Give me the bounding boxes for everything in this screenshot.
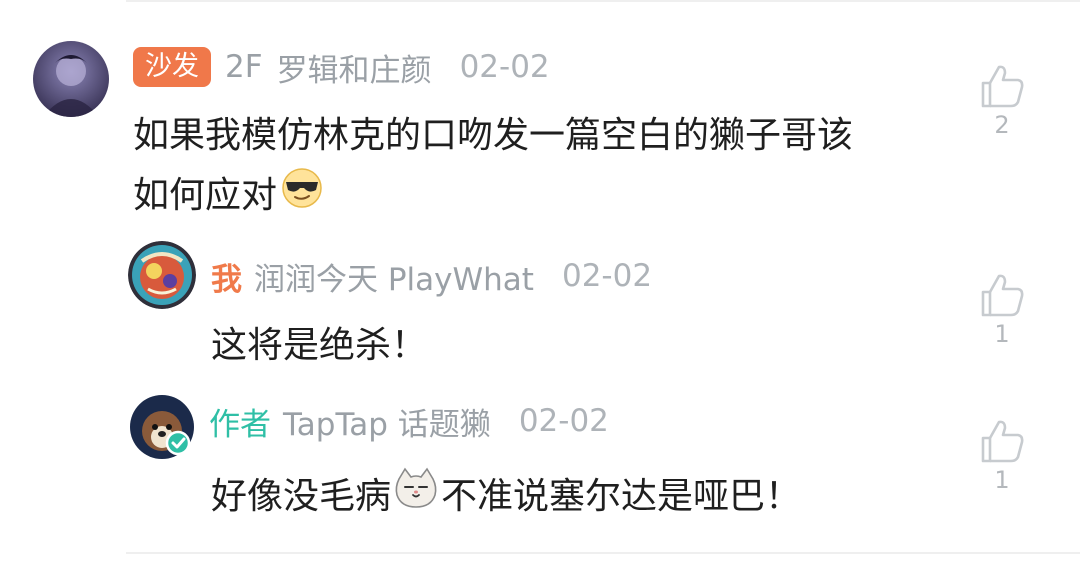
reply-username[interactable]: 润润今天 PlayWhat (254, 254, 534, 299)
comment-thread: 沙发 2F 罗辑和庄颜 02-02 如果我模仿林克的口吻发一篇空白的獭子哥该 如… (0, 0, 1080, 581)
author-reply-text-before: 好像没毛病 (211, 475, 392, 517)
author-avatar[interactable] (130, 395, 194, 459)
author-reply-like-count: 1 (994, 466, 1010, 494)
author-reply-time: 02-02 (518, 403, 609, 439)
thumbs-up-icon (981, 65, 1024, 108)
comment-time: 02-02 (459, 49, 550, 85)
author-tag: 作者 (209, 406, 271, 443)
cat-face-emoji-icon (393, 465, 439, 528)
comment-content-line2-text: 如何应对 (133, 174, 278, 216)
reply-meta: 我 润润今天 PlayWhat 02-02 (211, 254, 653, 299)
author-reply-like-button[interactable]: 1 (972, 418, 1032, 494)
sofa-badge: 沙发 (133, 47, 211, 87)
reply-content[interactable]: 这将是绝杀！ (211, 318, 427, 374)
reply-avatar[interactable] (128, 241, 196, 309)
commenter-avatar[interactable] (33, 41, 109, 117)
thumbs-up-icon (981, 420, 1024, 463)
author-reply-content[interactable]: 好像没毛病 不准说塞尔达是哑巴！ (211, 465, 801, 528)
comment-like-button[interactable]: 2 (972, 63, 1032, 139)
comment-username[interactable]: 罗辑和庄颜 (277, 45, 432, 90)
reply-time: 02-02 (561, 258, 653, 294)
reply-like-count: 1 (994, 320, 1010, 348)
bottom-divider (126, 552, 1080, 554)
comment-content-line2: 如何应对 (133, 164, 853, 227)
author-reply-text-after: 不准说塞尔达是哑巴！ (441, 475, 802, 517)
author-username[interactable]: TapTap 话题獭 (283, 399, 491, 444)
comment-content-line1: 如果我模仿林克的口吻发一篇空白的獭子哥该 (133, 115, 854, 156)
comment-like-count: 2 (994, 111, 1010, 139)
reply-like-button[interactable]: 1 (972, 272, 1032, 348)
floor-number: 2F (225, 49, 263, 85)
comment-meta: 沙发 2F 罗辑和庄颜 02-02 (133, 45, 550, 90)
cool-sunglasses-emoji-icon (279, 164, 325, 227)
top-divider (126, 0, 1080, 2)
me-tag: 我 (211, 261, 242, 298)
author-reply-meta: 作者 TapTap 话题獭 02-02 (209, 399, 609, 444)
thumbs-up-icon (981, 274, 1024, 317)
comment-content[interactable]: 如果我模仿林克的口吻发一篇空白的獭子哥该 如何应对 (133, 108, 853, 227)
